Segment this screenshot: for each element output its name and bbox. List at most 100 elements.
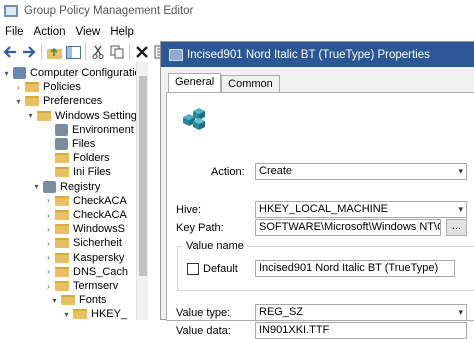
tree-item[interactable]: ▾ Fonts [50, 293, 107, 307]
tree-item-label: Preferences [43, 95, 103, 108]
computer-icon [13, 67, 26, 79]
tree-item[interactable]: ▾ Registry [32, 180, 100, 194]
folder-icon [37, 110, 51, 121]
files-icon [55, 138, 68, 150]
value-type-dropdown[interactable]: REG_SZ ▾ [255, 304, 467, 321]
show-hide-tree-icon[interactable] [65, 44, 81, 60]
expand-icon[interactable]: › [44, 239, 53, 248]
registry-icon [43, 180, 56, 193]
tree-scrollbar-thumb[interactable] [139, 76, 147, 276]
expand-icon[interactable]: › [44, 196, 53, 205]
console-tree: ▾ Computer Configuration › Policies ▾ Prefere… [0, 62, 148, 320]
tab-common[interactable]: Common [221, 75, 280, 92]
hive-dropdown[interactable]: HKEY_LOCAL_MACHINE ▾ [255, 201, 467, 218]
folder-icon [73, 309, 87, 320]
copy-icon[interactable] [109, 44, 125, 60]
collapse-icon[interactable]: ▾ [14, 97, 23, 106]
chevron-down-icon: ▾ [458, 166, 463, 176]
forward-icon[interactable] [21, 44, 37, 60]
folder-icon [55, 195, 69, 206]
tree-item-label: Computer Configuration [30, 67, 147, 79]
menu-file[interactable]: File [0, 22, 29, 42]
browse-button[interactable]: ... [446, 219, 467, 236]
menu-action[interactable]: Action [29, 22, 71, 42]
tree-scrollbar[interactable] [136, 62, 148, 320]
environment-icon [55, 123, 68, 136]
tree-item[interactable]: ▾ Computer Configuration [2, 66, 147, 80]
tab-general[interactable]: General [168, 73, 222, 92]
key-path-field[interactable]: SOFTWARE\Microsoft\Windows NT\CurrentVer [255, 219, 441, 236]
menu-bar: File Action View Help [0, 22, 474, 42]
default-checkbox[interactable] [187, 263, 199, 275]
tree-item-label: CheckACA [73, 209, 127, 221]
dialog-title: Incised901 Nord Italic BT (TrueType) Pro… [187, 48, 430, 61]
hive-value: HKEY_LOCAL_MACHINE [259, 203, 388, 215]
registry-cubes-icon [179, 105, 207, 131]
tree-item[interactable]: › Kaspersky [44, 251, 124, 265]
default-checkbox-label: Default [203, 263, 238, 275]
expand-icon[interactable]: › [44, 253, 53, 262]
tree-item[interactable]: ▾ Preferences [14, 94, 102, 108]
expand-icon[interactable]: › [44, 267, 53, 276]
ini-files-icon [55, 167, 69, 178]
collapse-icon[interactable]: ▾ [50, 296, 59, 305]
tree-item[interactable]: › WindowsS [44, 222, 125, 236]
up-folder-icon[interactable] [46, 44, 62, 60]
toolbar-separator [129, 44, 130, 60]
tree-item[interactable]: › Sicherheit [44, 236, 122, 250]
cut-icon[interactable] [90, 44, 106, 60]
expand-icon[interactable]: › [44, 211, 53, 220]
collapse-icon[interactable]: ▾ [32, 182, 41, 191]
properties-dialog: Incised901 Nord Italic BT (TrueType) Pro… [160, 41, 474, 339]
gpo-editor-icon [4, 5, 18, 17]
tree-item[interactable]: › Termserv [44, 279, 118, 293]
tree-item-label: Sicherheit [73, 237, 122, 250]
tree-item-label: Fonts [79, 294, 107, 307]
tree-item-label: Files [72, 138, 96, 150]
tree-item-label: CheckACA [73, 194, 127, 207]
action-dropdown[interactable]: Create ▾ [255, 163, 467, 180]
tree-item[interactable]: Environment [44, 123, 134, 137]
tree-item-label: Ini Files [73, 166, 111, 179]
back-icon[interactable] [2, 44, 18, 60]
toolbar-separator [41, 44, 42, 60]
collapse-icon[interactable]: ▾ [62, 310, 71, 319]
value-name-group-label: Value name [183, 240, 247, 252]
menu-view[interactable]: View [71, 22, 106, 42]
tree-item[interactable]: › DNS_Cach [44, 265, 128, 279]
tree-item[interactable]: Folders [44, 151, 110, 165]
tree-item[interactable]: ▾ Windows Settings [26, 109, 142, 123]
value-data-field[interactable]: IN901XKI.TTF [255, 322, 467, 339]
tree-item[interactable]: Files [44, 137, 95, 151]
folders-icon [55, 153, 69, 164]
collapse-icon[interactable]: ▾ [26, 111, 35, 120]
delete-icon[interactable] [134, 44, 150, 60]
key-path-label: Key Path: [176, 222, 224, 234]
menu-help[interactable]: Help [105, 22, 139, 42]
expand-icon[interactable]: › [44, 225, 53, 234]
folder-icon [61, 295, 75, 306]
value-type-value: REG_SZ [259, 306, 304, 318]
tree-item[interactable]: ▾ HKEY_ [62, 307, 127, 320]
tree-item[interactable]: Ini Files [44, 165, 111, 179]
folder-icon [55, 281, 69, 291]
folder-icon [25, 82, 39, 93]
window-title: Group Policy Management Editor [24, 5, 194, 17]
tree-item[interactable]: › Policies [14, 80, 81, 94]
toolbar-separator [85, 44, 86, 60]
folder-icon [55, 238, 69, 249]
tree-item[interactable]: › CheckACA [44, 194, 127, 208]
expand-icon[interactable]: › [44, 282, 53, 291]
action-value: Create [259, 165, 293, 177]
tree-item-label: Policies [43, 81, 81, 94]
tree-item[interactable]: › CheckACA [44, 208, 127, 222]
collapse-icon[interactable]: ▾ [2, 69, 11, 78]
folder-icon [55, 266, 69, 277]
tree-item-label: Registry [60, 180, 101, 193]
general-tab-panel: Action: Create ▾ Hive: HKEY_LOCAL_MACHIN… [166, 92, 474, 339]
value-type-label: Value type: [176, 307, 231, 319]
expand-icon[interactable]: › [14, 83, 23, 92]
tree-item-label: WindowsS [73, 223, 125, 236]
tree-item-label: Windows Settings [55, 109, 143, 122]
value-name-field[interactable]: Incised901 Nord Italic BT (TrueType) [255, 260, 455, 277]
